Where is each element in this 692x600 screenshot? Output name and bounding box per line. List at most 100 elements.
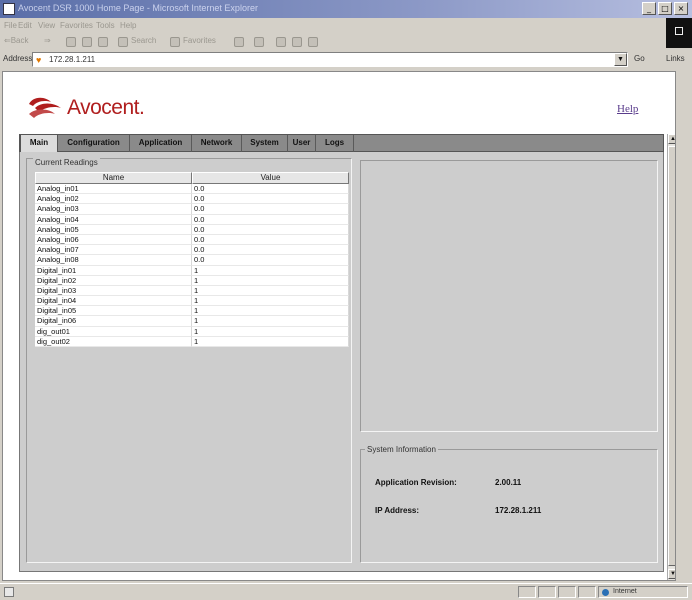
status-cell xyxy=(578,586,596,598)
reading-value-cell: 0.0 xyxy=(192,184,349,195)
reading-name-cell: Digital_in01 xyxy=(35,265,192,276)
system-information-group: System Information Application Revision:… xyxy=(360,445,658,563)
table-row[interactable]: Analog_in01 0.0 xyxy=(35,184,349,195)
table-row[interactable]: Analog_in08 0.0 xyxy=(35,255,349,266)
status-cell xyxy=(538,586,556,598)
search-button[interactable]: Search xyxy=(131,36,156,45)
forward-button[interactable]: ⇒ xyxy=(44,36,51,45)
back-button[interactable]: ⇐Back xyxy=(4,36,29,45)
ip-address-value: 172.28.1.211 xyxy=(495,506,542,515)
table-row[interactable]: dig_out01 1 xyxy=(35,326,349,337)
table-row[interactable]: Digital_in05 1 xyxy=(35,306,349,317)
help-link[interactable]: Help xyxy=(617,103,638,115)
menu-help[interactable]: Help xyxy=(120,21,136,30)
print-icon[interactable] xyxy=(276,37,286,47)
reading-value-cell: 0.0 xyxy=(192,234,349,246)
column-header-value[interactable]: Value xyxy=(192,172,349,184)
avocent-logo-icon xyxy=(29,97,61,118)
page-status-icon xyxy=(4,587,14,597)
table-row[interactable]: Analog_in02 0.0 xyxy=(35,194,349,205)
reading-value-cell: 1 xyxy=(192,285,349,297)
reading-name-cell: Analog_in08 xyxy=(35,255,192,266)
title-bar: Avocent DSR 1000 Home Page - Microsoft I… xyxy=(0,0,692,18)
minimize-button[interactable]: _ xyxy=(642,2,656,15)
main-panel: Current Readings Name Value Analog_in01 0… xyxy=(19,152,664,572)
discuss-icon[interactable] xyxy=(308,37,318,47)
reading-name-cell: Analog_in02 xyxy=(35,194,192,205)
current-readings-group: Current Readings Name Value Analog_in01 0… xyxy=(26,158,352,563)
menu-file[interactable]: File xyxy=(4,21,17,30)
ie-icon xyxy=(3,3,15,15)
current-readings-label: Current Readings xyxy=(33,158,100,167)
reading-name-cell: Analog_in03 xyxy=(35,204,192,215)
chevron-down-icon[interactable]: ▼ xyxy=(614,53,627,66)
menu-view[interactable]: View xyxy=(38,21,55,30)
table-row[interactable]: Digital_in06 1 xyxy=(35,316,349,327)
favorites-button[interactable]: Favorites xyxy=(183,36,216,45)
tab-bar: Main Configuration Application Network S… xyxy=(19,134,664,152)
reading-name-cell: Analog_in06 xyxy=(35,234,192,246)
column-header-name[interactable]: Name xyxy=(35,172,192,184)
home-icon[interactable] xyxy=(98,37,108,47)
tab-main[interactable]: Main xyxy=(20,134,58,152)
menu-tools[interactable]: Tools xyxy=(96,21,115,30)
reading-name-cell: Digital_in04 xyxy=(35,296,192,307)
reading-name-cell: Digital_in02 xyxy=(35,275,192,286)
scroll-down-icon[interactable]: ▼ xyxy=(668,569,675,579)
menu-edit[interactable]: Edit xyxy=(18,21,32,30)
app-revision-value: 2.00.11 xyxy=(495,478,522,487)
scroll-thumb[interactable] xyxy=(668,146,675,566)
tab-user[interactable]: User xyxy=(288,135,316,152)
menu-favorites[interactable]: Favorites xyxy=(60,21,93,30)
scroll-up-icon[interactable]: ▲ xyxy=(668,134,675,144)
address-input[interactable]: ♥ 172.28.1.211 ▼ xyxy=(32,52,628,67)
go-button[interactable]: Go xyxy=(634,54,645,63)
address-url: 172.28.1.211 xyxy=(49,55,96,64)
address-bar: Address ♥ 172.28.1.211 ▼ Go Links xyxy=(0,50,692,69)
reading-name-cell: Analog_in07 xyxy=(35,245,192,256)
refresh-icon[interactable] xyxy=(82,37,92,47)
logo-text: Avocent. xyxy=(67,96,145,119)
tab-system[interactable]: System xyxy=(242,135,288,152)
stop-icon[interactable] xyxy=(66,37,76,47)
reading-name-cell: Digital_in05 xyxy=(35,306,192,317)
links-button[interactable]: Links xyxy=(666,54,685,63)
table-body: Analog_in01 0.0 Analog_in02 0.0 Analog_in03 0… xyxy=(35,184,349,347)
reading-value-cell: 1 xyxy=(192,306,349,317)
table-row[interactable]: Analog_in03 0.0 xyxy=(35,204,349,215)
table-row[interactable]: dig_out02 1 xyxy=(35,336,349,347)
table-row[interactable]: Analog_in06 0.0 xyxy=(35,234,349,246)
table-row[interactable]: Digital_in02 1 xyxy=(35,275,349,286)
tab-application[interactable]: Application xyxy=(130,135,192,152)
table-row[interactable]: Analog_in05 0.0 xyxy=(35,224,349,235)
table-row[interactable]: Analog_in04 0.0 xyxy=(35,214,349,225)
internet-globe-icon xyxy=(602,589,609,596)
toolbar: ⇐Back ⇒ Search Favorites xyxy=(0,34,666,50)
security-zone: Internet xyxy=(598,586,688,598)
reading-value-cell: 0.0 xyxy=(192,204,349,215)
close-button[interactable]: × xyxy=(674,2,688,15)
tab-logs[interactable]: Logs xyxy=(316,135,354,152)
table-row[interactable]: Digital_in03 1 xyxy=(35,285,349,297)
system-information-label: System Information xyxy=(365,445,438,454)
tab-configuration[interactable]: Configuration xyxy=(58,135,130,152)
reading-value-cell: 0.0 xyxy=(192,255,349,266)
table-row[interactable]: Digital_in01 1 xyxy=(35,265,349,276)
ip-address-label: IP Address: xyxy=(375,506,420,515)
table-row[interactable]: Digital_in04 1 xyxy=(35,296,349,307)
page-scrollbar[interactable]: ▲ ▼ xyxy=(667,134,675,580)
history-icon[interactable] xyxy=(234,37,244,47)
page-viewport: Avocent. Help Main Configuration Applica… xyxy=(2,71,676,581)
maximize-button[interactable]: □ xyxy=(658,2,672,15)
table-row[interactable]: Analog_in07 0.0 xyxy=(35,245,349,256)
reading-value-cell: 1 xyxy=(192,336,349,347)
tab-network[interactable]: Network xyxy=(192,135,242,152)
search-icon xyxy=(118,37,128,47)
reading-value-cell: 1 xyxy=(192,275,349,286)
mail-icon[interactable] xyxy=(254,37,264,47)
edit-icon[interactable] xyxy=(292,37,302,47)
avocent-logo: Avocent. xyxy=(25,94,165,124)
readings-table: Name Value Analog_in01 0.0 Analog_in02 0.0 A… xyxy=(35,172,349,347)
reading-name-cell: Digital_in06 xyxy=(35,316,192,327)
zone-label: Internet xyxy=(613,588,637,595)
